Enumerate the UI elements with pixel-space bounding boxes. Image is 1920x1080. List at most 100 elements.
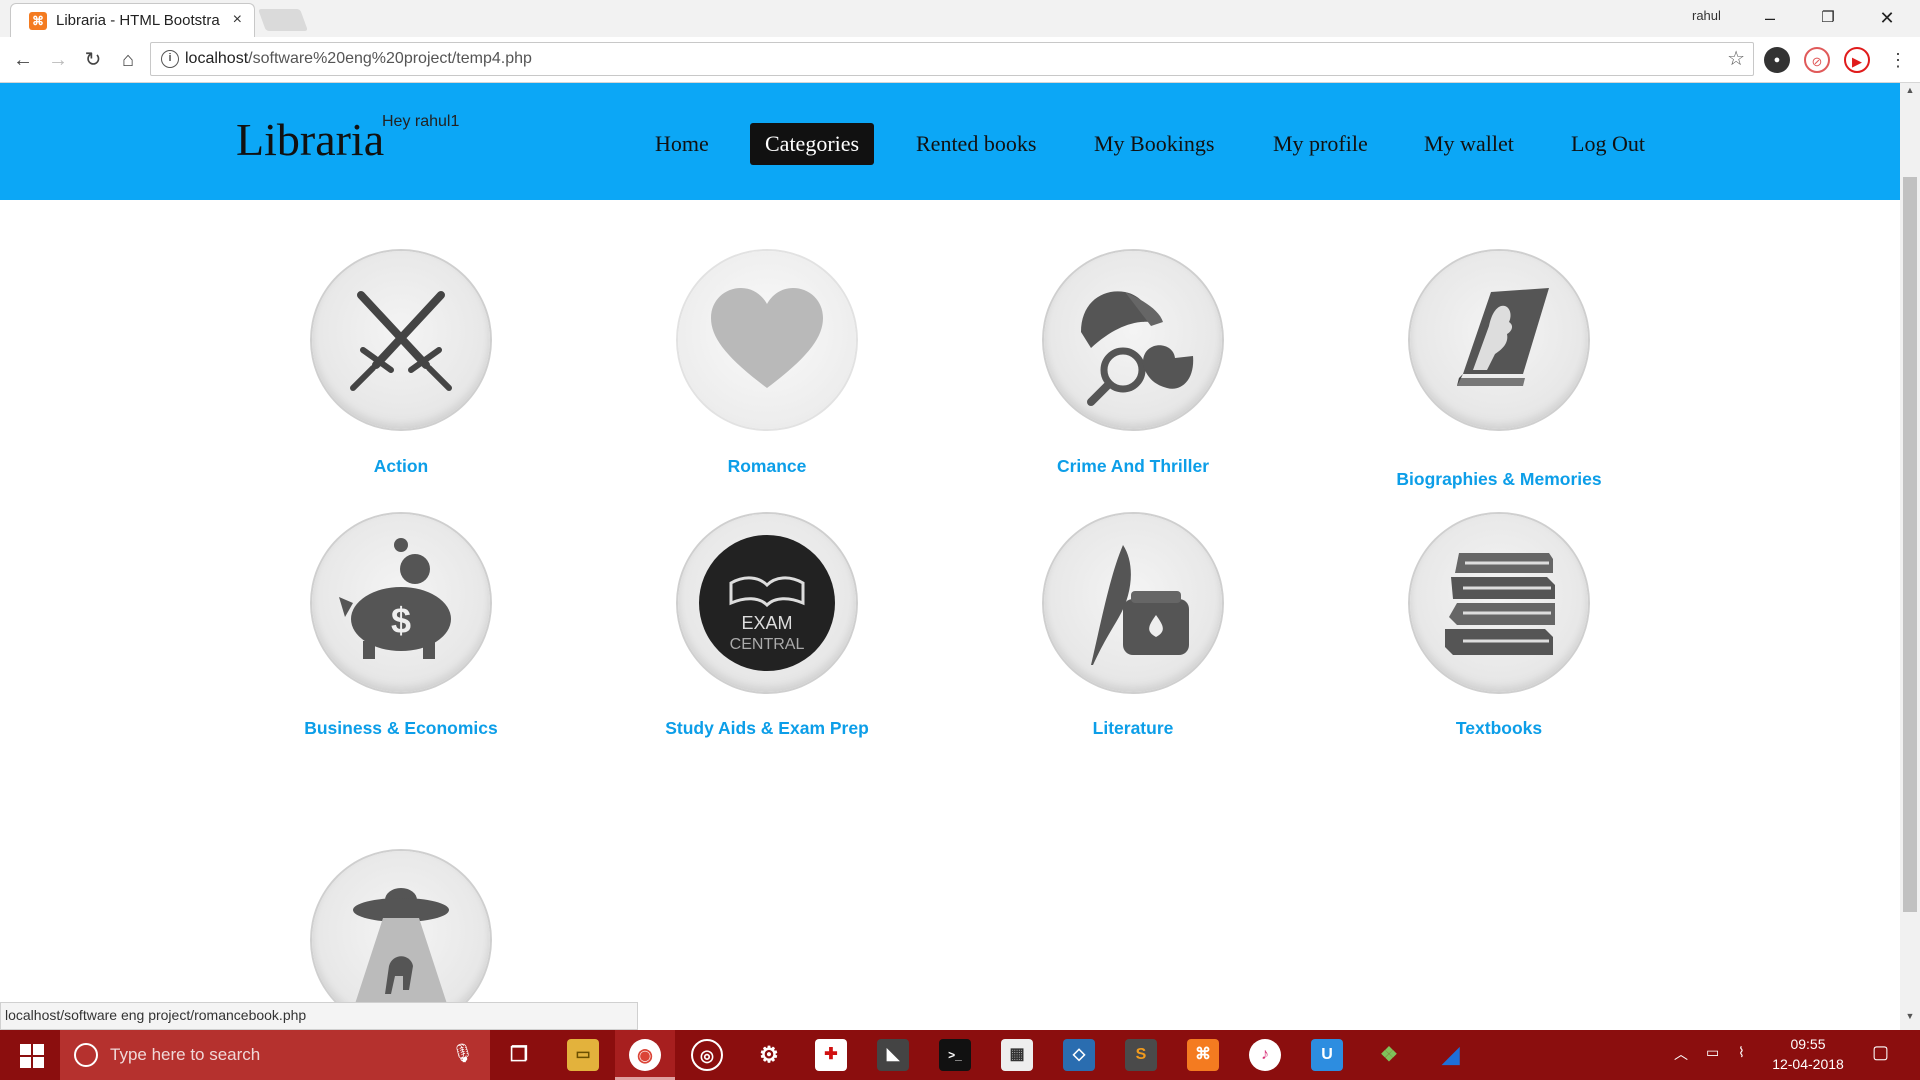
exam-logo-text: EXAM [741,613,792,633]
user-greeting: Hey rahul1 [382,113,460,130]
nav-home[interactable]: Home [640,123,724,165]
extension-block-icon[interactable]: ⊘ [1804,47,1830,73]
xampp-icon[interactable]: ⌘ [1187,1039,1219,1071]
category-image[interactable]: EXAM CENTRAL [678,514,856,692]
taskbar-search-box[interactable]: Type here to search 🎙 [60,1030,490,1080]
terminal-icon[interactable]: >_ [939,1039,971,1071]
nav-my-bookings[interactable]: My Bookings [1079,123,1229,165]
category-image[interactable] [1410,251,1588,429]
book-profile-icon [1457,288,1549,386]
notifications-icon[interactable]: ▢ [1872,1042,1889,1063]
category-label[interactable]: Textbooks [1319,718,1679,739]
microphone-icon[interactable]: 🎙 [451,1043,474,1064]
site-navbar: Libraria Hey rahul1 Home Categories Rent… [0,83,1900,200]
browser-menu-icon[interactable]: ⋮ [1884,46,1912,74]
site-brand[interactable]: Libraria [236,113,384,166]
browser-toolbar: ← → ↻ ⌂ i localhost/software%20eng%20pro… [0,37,1920,83]
antivirus-shield-icon[interactable]: ✚ [815,1039,847,1071]
category-label[interactable]: Biographies & Memories [1319,469,1679,490]
settings-gear-icon[interactable]: ⚙ [753,1039,785,1071]
minimize-icon[interactable]: – [1745,3,1795,33]
cortana-icon[interactable] [74,1043,98,1067]
extension-play-icon[interactable]: ▶ [1844,47,1870,73]
address-bar[interactable]: i localhost/software%20eng%20project/tem… [150,42,1754,76]
nav-my-profile[interactable]: My profile [1258,123,1383,165]
category-image[interactable] [1410,514,1588,692]
wireshark-icon[interactable]: ◢ [1435,1039,1467,1071]
tab-title: Libraria - HTML Bootstra [56,12,220,29]
new-tab-button[interactable] [257,9,309,31]
game-launcher-icon[interactable]: ❖ [1373,1039,1405,1071]
browser-tab[interactable]: ⌘ Libraria - HTML Bootstra × [10,3,255,37]
forward-icon[interactable]: → [44,46,72,74]
battery-icon[interactable]: ▭ [1706,1044,1719,1061]
category-label[interactable]: Business & Economics [221,718,581,739]
nvidia-icon[interactable]: ◣ [877,1039,909,1071]
category-image[interactable]: $ [312,514,490,692]
restore-icon[interactable]: ❐ [1803,3,1853,33]
svg-text:$: $ [391,600,411,641]
category-label[interactable]: Action [221,456,581,477]
category-label[interactable]: Crime And Thriller [953,456,1313,477]
close-window-icon[interactable]: ✕ [1862,3,1912,33]
nav-my-wallet[interactable]: My wallet [1409,123,1529,165]
exam-central-icon: EXAM CENTRAL [699,535,835,671]
bookmark-star-icon[interactable]: ☆ [1727,46,1745,71]
sublime-text-icon[interactable]: S [1125,1039,1157,1071]
network-icon[interactable]: ⌇ [1738,1044,1745,1061]
ufo-abduction-icon [353,888,449,1010]
category-business-economics[interactable]: $ Business & Economics [221,514,581,754]
category-label[interactable]: Study Aids & Exam Prep [587,718,947,739]
category-biographies[interactable]: Biographies & Memories [1319,251,1679,501]
category-label[interactable]: Literature [953,718,1313,739]
itunes-icon[interactable]: ♪ [1249,1039,1281,1071]
extension-incognito-icon[interactable]: ● [1764,47,1790,73]
back-icon[interactable]: ← [9,46,37,74]
task-view-icon[interactable]: ❐ [503,1039,535,1071]
heart-icon [711,288,823,388]
browser-titlebar: ⌘ Libraria - HTML Bootstra × rahul – ❐ ✕ [0,0,1920,37]
address-url: localhost/software%20eng%20project/temp4… [185,50,532,68]
category-romance[interactable]: Romance [587,251,947,491]
detective-hat-pipe-icon [1081,291,1194,406]
home-icon[interactable]: ⌂ [114,46,142,74]
category-image[interactable] [1044,514,1222,692]
central-logo-text: CENTRAL [730,636,805,653]
tab-close-icon[interactable]: × [233,11,242,29]
virtualbox-icon[interactable]: ◇ [1063,1039,1095,1071]
quill-inkpot-icon [1091,545,1189,665]
scroll-down-icon[interactable]: ▼ [1900,1011,1920,1027]
xampp-favicon-icon: ⌘ [29,12,47,30]
category-image[interactable] [1044,251,1222,429]
clock-date[interactable]: 12-04-2018 [1768,1056,1848,1072]
site-info-icon[interactable]: i [161,50,179,68]
category-action[interactable]: Action [221,251,581,491]
clock-time[interactable]: 09:55 [1768,1036,1848,1052]
scroll-up-icon[interactable]: ▲ [1900,85,1920,101]
category-label[interactable]: Romance [587,456,947,477]
category-crime-thriller[interactable]: Crime And Thriller [953,251,1313,491]
windows-start-icon[interactable] [0,1030,60,1080]
media-player-icon[interactable]: ◎ [691,1039,723,1071]
tray-expand-icon[interactable]: ︿ [1674,1044,1688,1064]
reload-icon[interactable]: ↻ [79,46,107,74]
category-image[interactable] [312,251,490,429]
nav-categories[interactable]: Categories [750,123,875,165]
uplay-icon[interactable]: U [1311,1039,1343,1071]
calculator-icon[interactable]: ▦ [1001,1039,1033,1071]
page-viewport: Libraria Hey rahul1 Home Categories Rent… [0,83,1900,1030]
category-literature[interactable]: Literature [953,514,1313,754]
taskbar-search-placeholder: Type here to search [110,1045,261,1064]
category-image[interactable] [678,251,856,429]
crossed-swords-icon [350,291,452,391]
scroll-thumb[interactable] [1903,177,1917,912]
chrome-icon[interactable]: ◉ [629,1039,661,1071]
nav-rented-books[interactable]: Rented books [901,123,1051,165]
url-host: localhost [185,50,249,67]
profile-name[interactable]: rahul [1692,8,1721,23]
category-textbooks[interactable]: Textbooks [1319,514,1679,754]
page-scrollbar[interactable]: ▲ ▼ [1900,83,1920,1030]
file-explorer-icon[interactable]: ▭ [567,1039,599,1071]
nav-log-out[interactable]: Log Out [1556,123,1660,165]
category-study-aids[interactable]: EXAM CENTRAL Study Aids & Exam Prep [587,514,947,754]
